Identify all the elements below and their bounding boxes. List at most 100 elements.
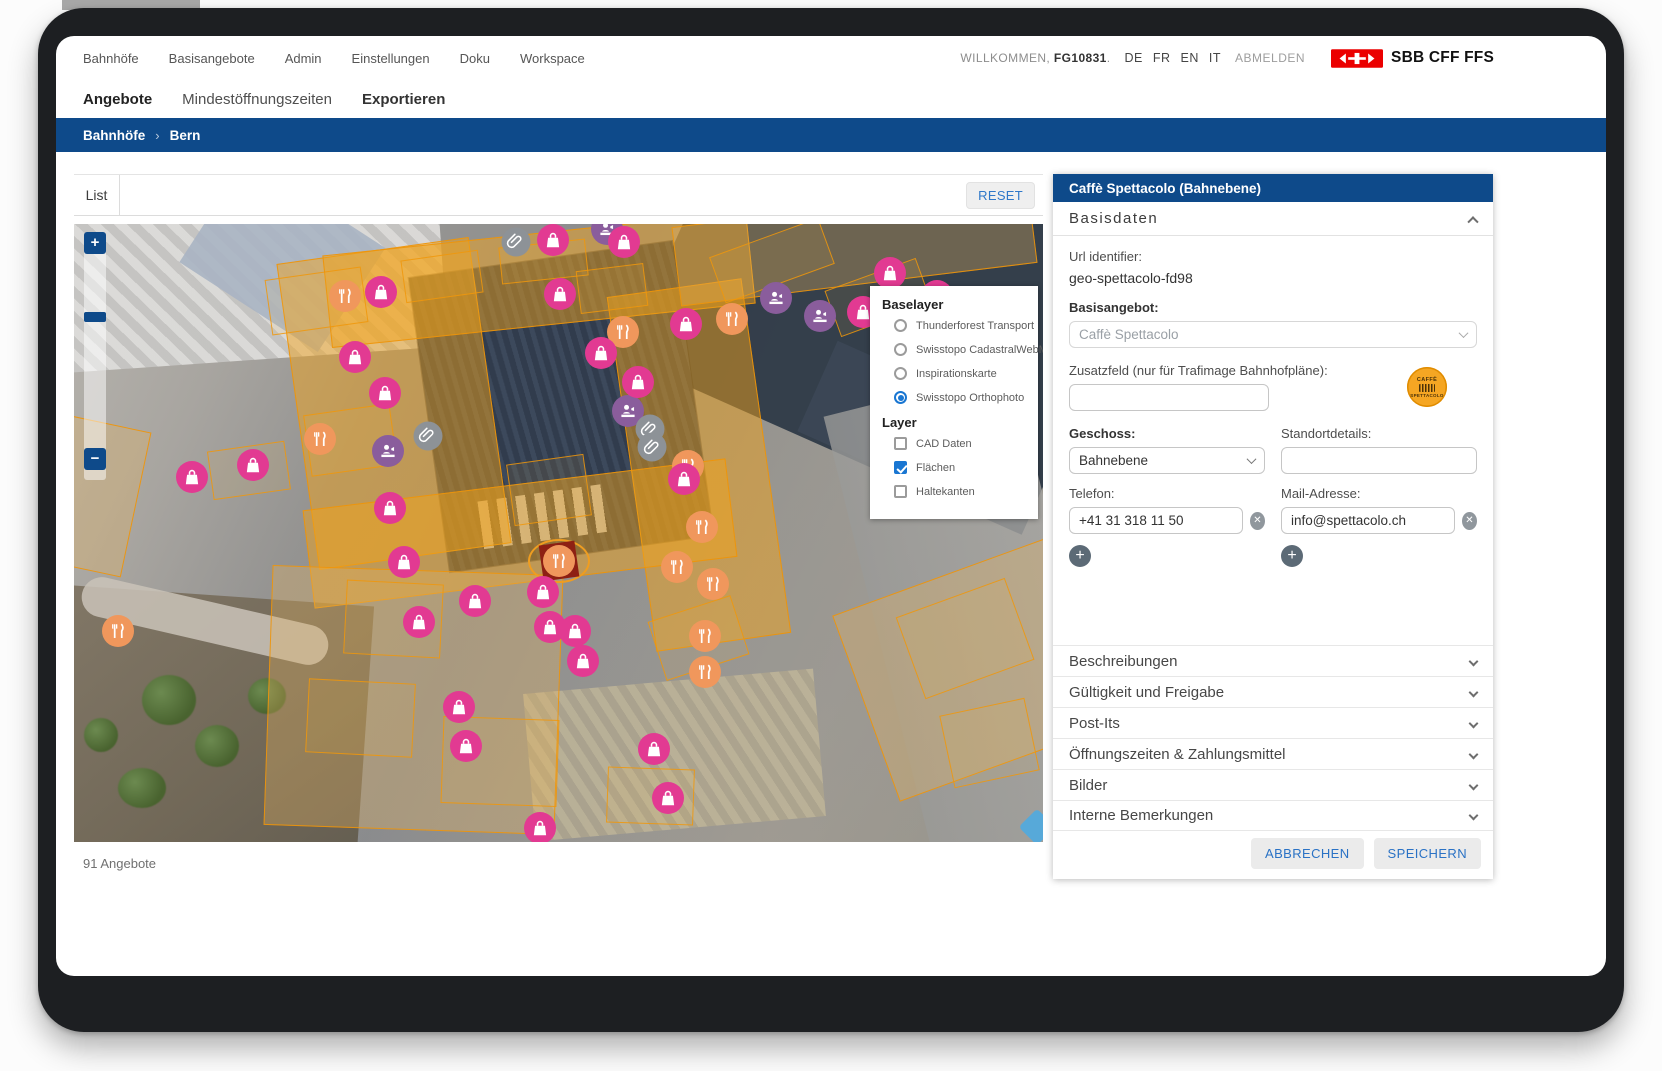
person-marker[interactable] [804,300,836,332]
bag-marker[interactable] [339,341,371,373]
main-nav-item[interactable]: Bahnhöfe [83,51,139,66]
radio-icon[interactable] [894,319,907,332]
selected-food-marker[interactable] [543,545,575,577]
basisangebot-select[interactable]: Caffè Spettacolo [1069,321,1477,348]
clip-marker[interactable] [413,421,442,450]
cancel-button[interactable]: ABBRECHEN [1251,838,1364,869]
bag-marker[interactable] [388,546,420,578]
zoom-in-button[interactable]: + [84,232,106,254]
radio-icon[interactable] [894,391,907,404]
bag-marker[interactable] [585,337,617,369]
layer-option[interactable]: Haltekanten [894,485,1038,498]
logout-link[interactable]: ABMELDEN [1235,51,1305,65]
baselayer-option[interactable]: Thunderforest Transport [894,319,1038,332]
bag-marker[interactable] [527,576,559,608]
person-marker[interactable] [372,435,404,467]
bag-marker[interactable] [459,585,491,617]
food-marker[interactable] [689,620,721,652]
sub-nav-item[interactable]: Exportieren [362,91,445,108]
food-marker[interactable] [661,551,693,583]
food-marker[interactable] [697,568,729,600]
person-marker[interactable] [760,282,792,314]
main-nav-item[interactable]: Basisangebote [169,51,255,66]
radio-icon[interactable] [894,343,907,356]
accordion-section[interactable]: Interne Bemerkungen [1053,800,1493,831]
geschoss-select[interactable]: Bahnebene [1069,447,1265,474]
radio-icon[interactable] [894,367,907,380]
bag-marker[interactable] [608,226,640,258]
bag-marker[interactable] [443,691,475,723]
layer-option[interactable]: Flächen [894,461,1038,474]
accordion-section[interactable]: Gültigkeit und Freigabe [1053,676,1493,707]
checkbox-icon[interactable] [894,461,907,474]
bag-marker[interactable] [567,645,599,677]
checkbox-icon[interactable] [894,485,907,498]
add-telefon-icon[interactable]: + [1069,545,1091,567]
main-nav-item[interactable]: Doku [460,51,490,66]
clear-telefon-icon[interactable]: ✕ [1250,512,1265,530]
bag-marker[interactable] [365,276,397,308]
language-option[interactable]: DE [1124,51,1142,65]
bag-marker[interactable] [670,308,702,340]
bag-marker[interactable] [403,606,435,638]
language-option[interactable]: EN [1181,51,1199,65]
mail-input[interactable] [1281,507,1455,534]
food-marker[interactable] [329,280,361,312]
sub-nav-item[interactable]: Angebote [83,91,152,108]
basisdaten-section-header[interactable]: Basisdaten [1053,202,1493,236]
language-option[interactable]: IT [1209,51,1221,65]
food-marker[interactable] [102,615,134,647]
list-tab[interactable]: List [74,175,120,215]
accordion-section-label: Post-Its [1069,715,1120,732]
bag-marker[interactable] [237,449,269,481]
chevron-down-icon [1459,328,1469,338]
bag-marker[interactable] [638,733,670,765]
caffe-spettacolo-logo: CAFFÈ SPETTACOLO [1407,367,1447,407]
breadcrumb-root[interactable]: Bahnhöfe [83,128,145,143]
checkbox-icon[interactable] [894,437,907,450]
baselayer-option[interactable]: Inspirationskarte [894,367,1038,380]
bag-marker[interactable] [369,377,401,409]
bag-marker[interactable] [176,461,208,493]
food-marker[interactable] [689,656,721,688]
clear-mail-icon[interactable]: ✕ [1462,512,1477,530]
zoom-slider-track[interactable] [84,232,106,480]
bag-marker[interactable] [374,492,406,524]
bag-marker[interactable] [668,463,700,495]
food-marker[interactable] [686,511,718,543]
bag-marker[interactable] [537,224,569,256]
bag-marker[interactable] [622,366,654,398]
bag-marker[interactable] [652,782,684,814]
reset-button[interactable]: RESET [966,182,1035,209]
telefon-input[interactable] [1069,507,1243,534]
bag-marker[interactable] [874,257,906,289]
accordion-section[interactable]: Bilder [1053,769,1493,800]
add-mail-icon[interactable]: + [1281,545,1303,567]
main-nav-item[interactable]: Einstellungen [352,51,430,66]
breadcrumb: Bahnhöfe › Bern [56,118,1606,152]
accordion-section[interactable]: Öffnungszeiten & Zahlungsmittel [1053,738,1493,769]
main-nav-item[interactable]: Admin [285,51,322,66]
clip-marker[interactable] [638,433,667,462]
bag-marker[interactable] [544,278,576,310]
zusatzfeld-input[interactable] [1069,384,1269,411]
baselayer-option[interactable]: Swisstopo CadastralWebMap [894,343,1038,356]
zoom-out-button[interactable]: − [84,448,106,470]
main-nav-item[interactable]: Workspace [520,51,585,66]
map-canvas[interactable]: + − Baselayer Thunderforest Transport [74,224,1043,842]
layer-option[interactable]: CAD Daten [894,437,1038,450]
accordion-section[interactable]: Post-Its [1053,707,1493,738]
food-marker[interactable] [716,303,748,335]
sub-nav-item[interactable]: Mindestöffnungszeiten [182,91,332,108]
save-button[interactable]: SPEICHERN [1374,838,1481,869]
accordion-section[interactable]: Beschreibungen [1053,645,1493,676]
bag-marker[interactable] [450,730,482,762]
standortdetails-input[interactable] [1281,447,1477,474]
bag-marker[interactable] [524,812,556,842]
bag-marker[interactable] [534,611,566,643]
baselayer-option[interactable]: Swisstopo Orthophoto [894,391,1038,404]
zoom-slider-handle[interactable] [84,312,106,322]
language-option[interactable]: FR [1153,51,1171,65]
food-marker[interactable] [304,423,336,455]
clip-marker[interactable] [501,227,530,256]
